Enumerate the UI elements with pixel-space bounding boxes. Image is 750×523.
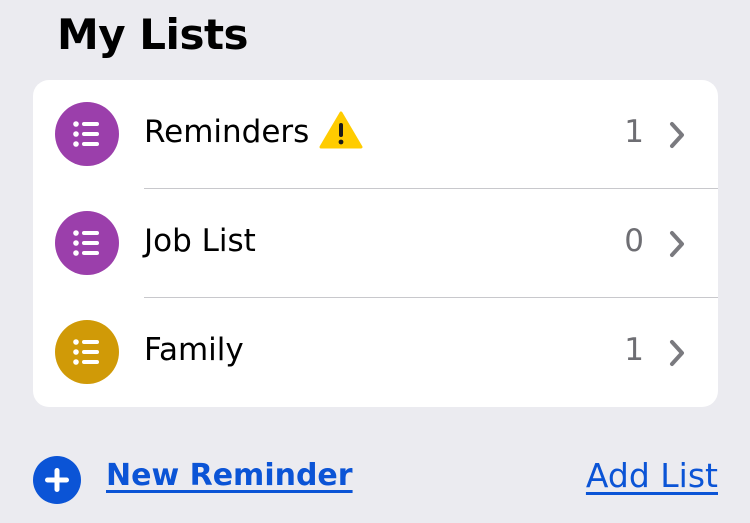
- list-count: 1: [624, 114, 644, 150]
- list-name: Family: [144, 332, 244, 368]
- list-name: Job List: [144, 223, 256, 259]
- list-count: 0: [624, 223, 644, 259]
- list-bullet-icon: [55, 320, 119, 384]
- chevron-right-icon: [668, 339, 686, 367]
- new-reminder-button[interactable]: New Reminder: [106, 458, 353, 493]
- list-bullet-icon: [55, 102, 119, 166]
- list-item-reminders[interactable]: Reminders 1: [33, 80, 718, 189]
- page-title: My Lists: [57, 10, 249, 59]
- add-list-button[interactable]: Add List: [586, 456, 718, 495]
- warning-triangle-icon: [319, 111, 363, 149]
- chevron-right-icon: [668, 121, 686, 149]
- list-bullet-icon: [55, 211, 119, 275]
- list-name-text: Reminders: [144, 114, 310, 150]
- list-item-family[interactable]: Family 1: [33, 298, 718, 407]
- my-lists-card: Reminders 1 Job List 0 Family 1: [33, 80, 718, 407]
- list-count: 1: [624, 332, 644, 368]
- chevron-right-icon: [668, 230, 686, 258]
- list-item-job-list[interactable]: Job List 0: [33, 189, 718, 298]
- list-name: Reminders: [144, 111, 363, 153]
- plus-circle-icon[interactable]: [33, 456, 81, 504]
